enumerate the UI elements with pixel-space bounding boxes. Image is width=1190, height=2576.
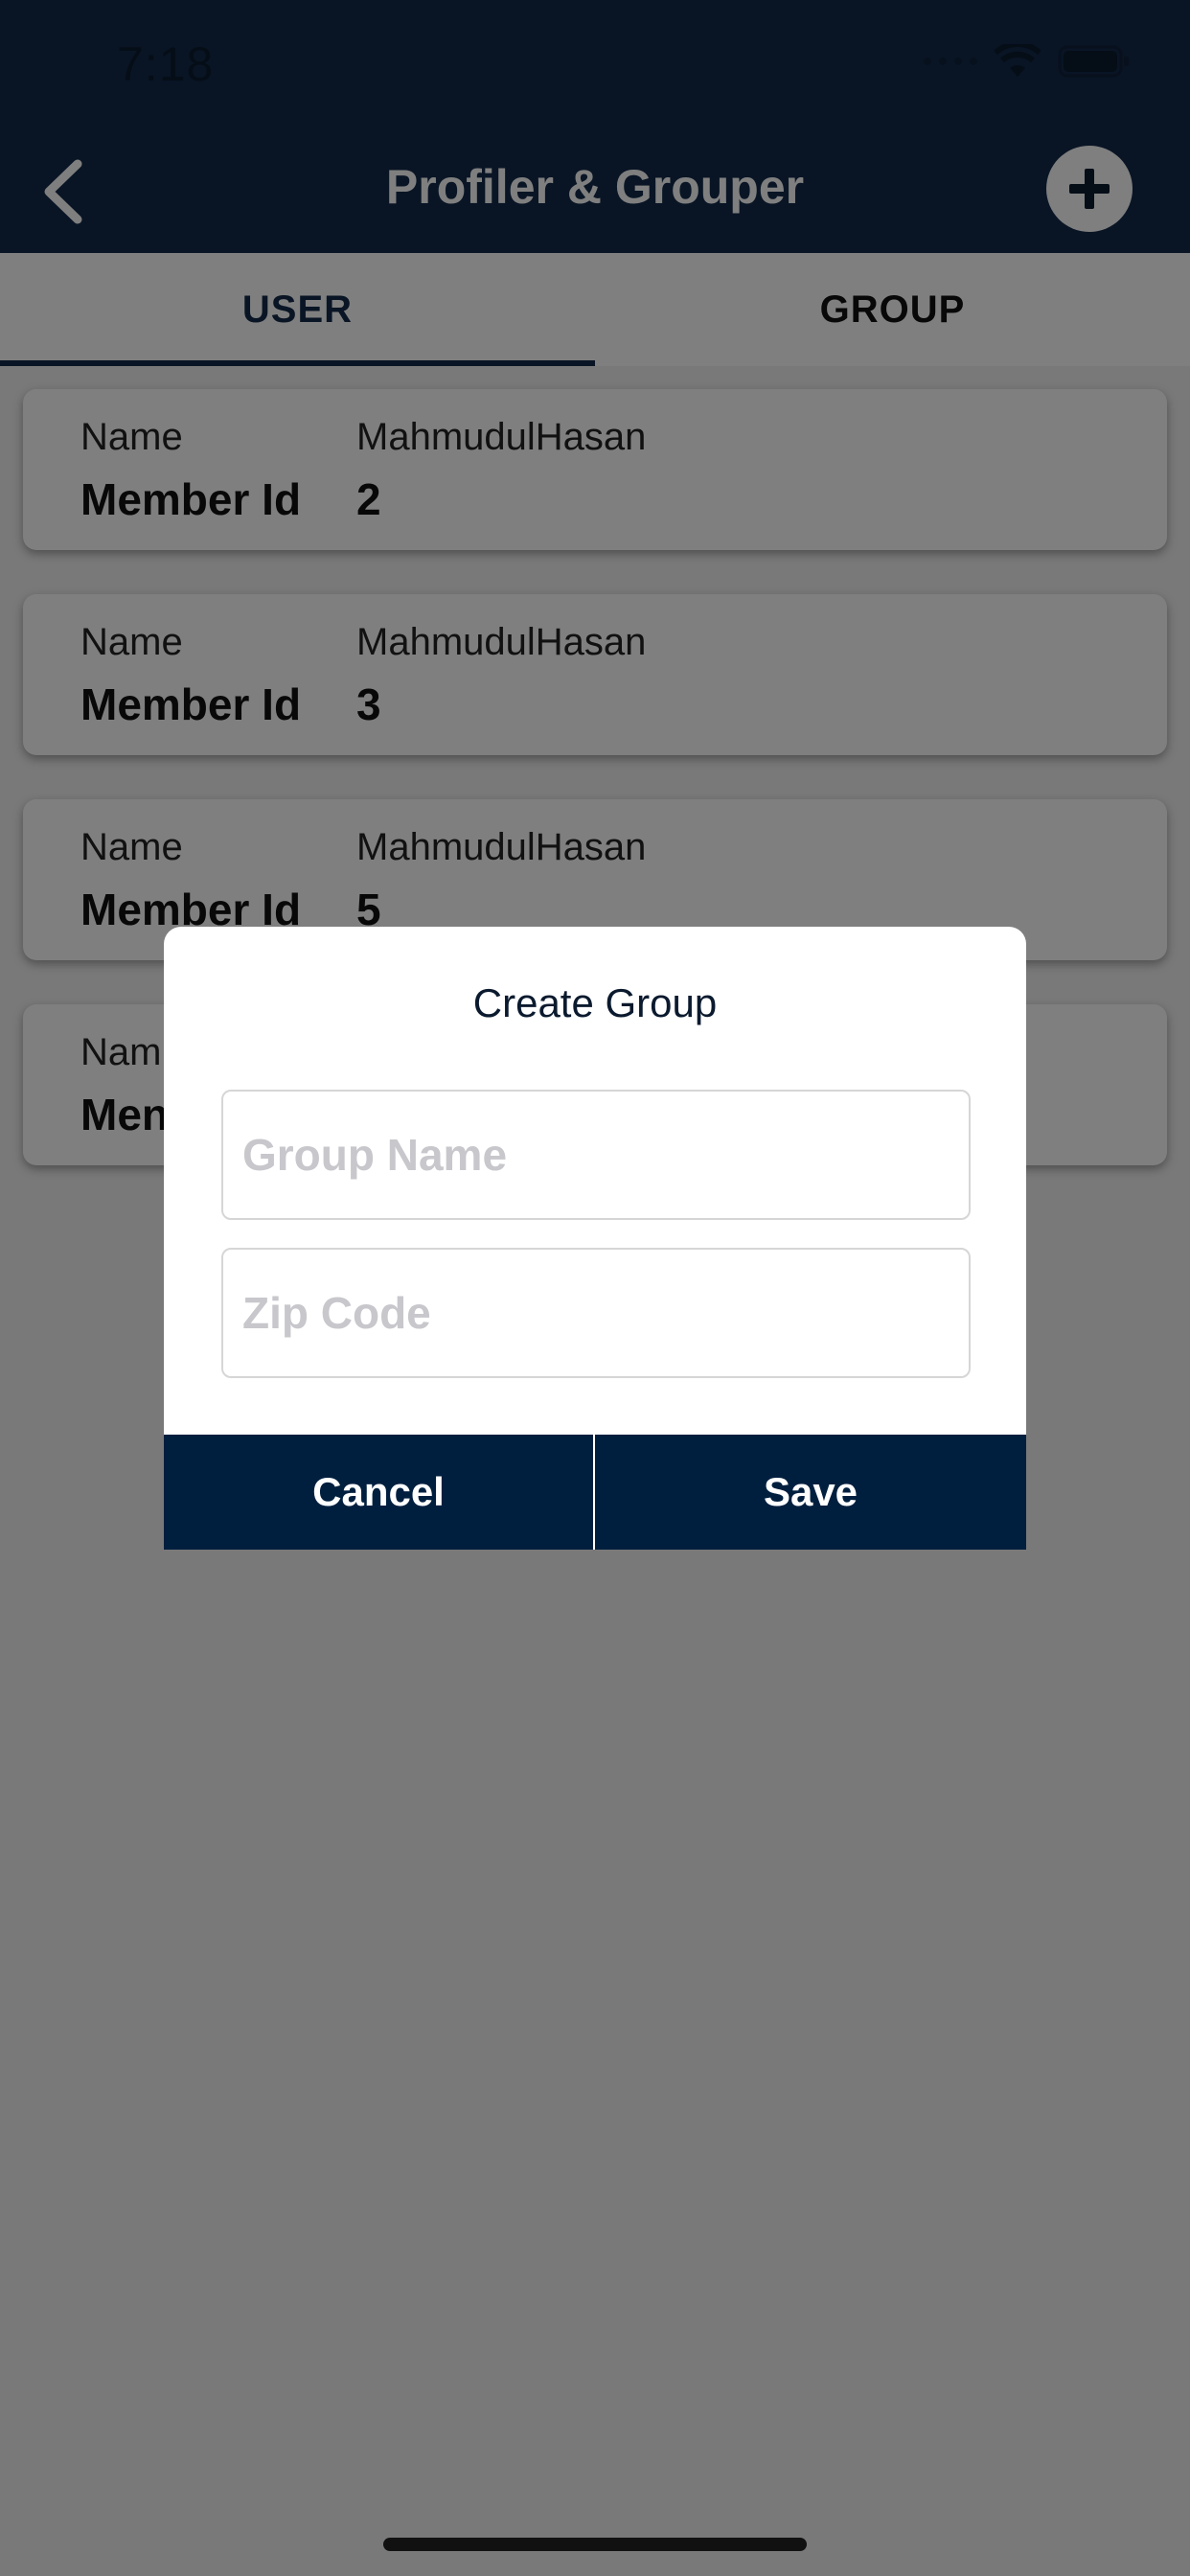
group-name-input[interactable] bbox=[221, 1090, 971, 1220]
save-button[interactable]: Save bbox=[595, 1435, 1026, 1550]
dialog-buttons: Cancel Save bbox=[164, 1435, 1026, 1550]
create-group-dialog: Create Group Cancel Save bbox=[164, 927, 1026, 1550]
zip-code-input[interactable] bbox=[221, 1248, 971, 1378]
home-indicator[interactable] bbox=[383, 2538, 807, 2551]
cancel-button[interactable]: Cancel bbox=[164, 1435, 595, 1550]
dialog-title: Create Group bbox=[472, 980, 718, 1025]
